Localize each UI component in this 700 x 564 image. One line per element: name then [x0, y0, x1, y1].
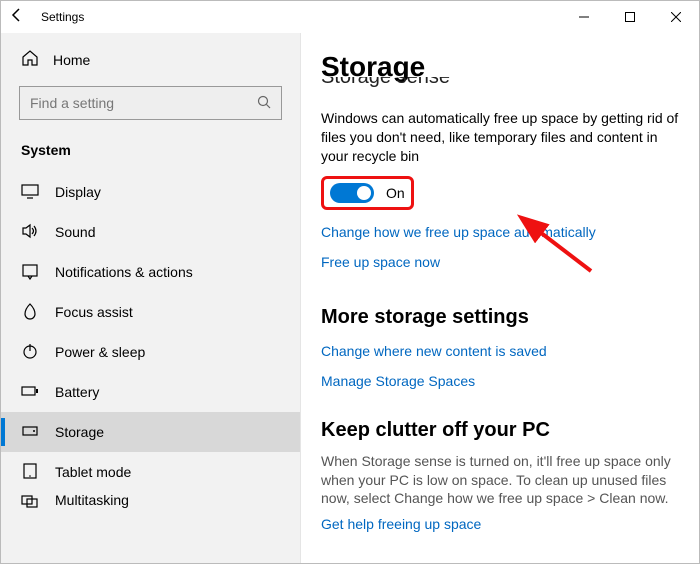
sidebar: Home Find a setting System Display — [1, 33, 301, 563]
sidebar-item-label: Tablet mode — [55, 464, 131, 480]
search-placeholder-text: Find a setting — [30, 95, 114, 111]
sidebar-item-focus-assist[interactable]: Focus assist — [1, 292, 300, 332]
power-icon — [21, 342, 39, 363]
close-button[interactable] — [653, 1, 699, 33]
maximize-button[interactable] — [607, 1, 653, 33]
sidebar-item-label: Storage — [55, 424, 104, 440]
search-input[interactable]: Find a setting — [19, 86, 282, 120]
keep-clutter-description: When Storage sense is turned on, it'll f… — [321, 452, 679, 509]
focus-assist-icon — [21, 302, 39, 323]
storage-sense-toggle[interactable] — [330, 183, 374, 203]
sidebar-item-multitasking[interactable]: Multitasking — [1, 492, 300, 512]
sidebar-item-label: Multitasking — [55, 492, 129, 508]
minimize-button[interactable] — [561, 1, 607, 33]
home-icon — [21, 49, 39, 70]
storage-sense-heading: Storage sense — [321, 77, 679, 89]
link-free-now[interactable]: Free up space now — [321, 254, 679, 270]
sidebar-category: System — [1, 132, 300, 172]
link-change-auto[interactable]: Change how we free up space automaticall… — [321, 224, 679, 240]
titlebar: Settings — [1, 1, 699, 33]
link-manage-storage-spaces[interactable]: Manage Storage Spaces — [321, 373, 679, 389]
link-get-help[interactable]: Get help freeing up space — [321, 516, 679, 532]
home-nav[interactable]: Home — [1, 41, 300, 78]
keep-clutter-heading: Keep clutter off your PC — [321, 419, 679, 442]
battery-icon — [21, 382, 39, 403]
storage-sense-description: Windows can automatically free up space … — [321, 109, 679, 166]
tablet-icon — [21, 462, 39, 483]
sidebar-item-sound[interactable]: Sound — [1, 212, 300, 252]
sidebar-item-tablet-mode[interactable]: Tablet mode — [1, 452, 300, 492]
sidebar-item-storage[interactable]: Storage — [1, 412, 300, 452]
sidebar-item-label: Battery — [55, 384, 99, 400]
more-storage-heading: More storage settings — [321, 306, 679, 329]
sidebar-item-battery[interactable]: Battery — [1, 372, 300, 412]
sidebar-item-label: Notifications & actions — [55, 264, 193, 280]
multitasking-icon — [21, 492, 39, 513]
home-label: Home — [53, 52, 90, 68]
back-icon[interactable] — [9, 7, 25, 28]
link-change-save-location[interactable]: Change where new content is saved — [321, 343, 679, 359]
sidebar-item-label: Display — [55, 184, 101, 200]
sidebar-item-display[interactable]: Display — [1, 172, 300, 212]
sidebar-item-power-sleep[interactable]: Power & sleep — [1, 332, 300, 372]
sound-icon — [21, 222, 39, 243]
sidebar-item-label: Power & sleep — [55, 344, 145, 360]
window-title: Settings — [41, 10, 84, 24]
display-icon — [21, 182, 39, 203]
storage-icon — [21, 422, 39, 443]
search-icon — [257, 95, 271, 112]
sidebar-item-notifications[interactable]: Notifications & actions — [1, 252, 300, 292]
sidebar-item-label: Sound — [55, 224, 95, 240]
notifications-icon — [21, 262, 39, 283]
sidebar-item-label: Focus assist — [55, 304, 133, 320]
content-pane: Storage Storage sense Windows can automa… — [301, 33, 699, 563]
toggle-state-label: On — [386, 185, 405, 201]
annotation-highlight: On — [321, 176, 414, 210]
